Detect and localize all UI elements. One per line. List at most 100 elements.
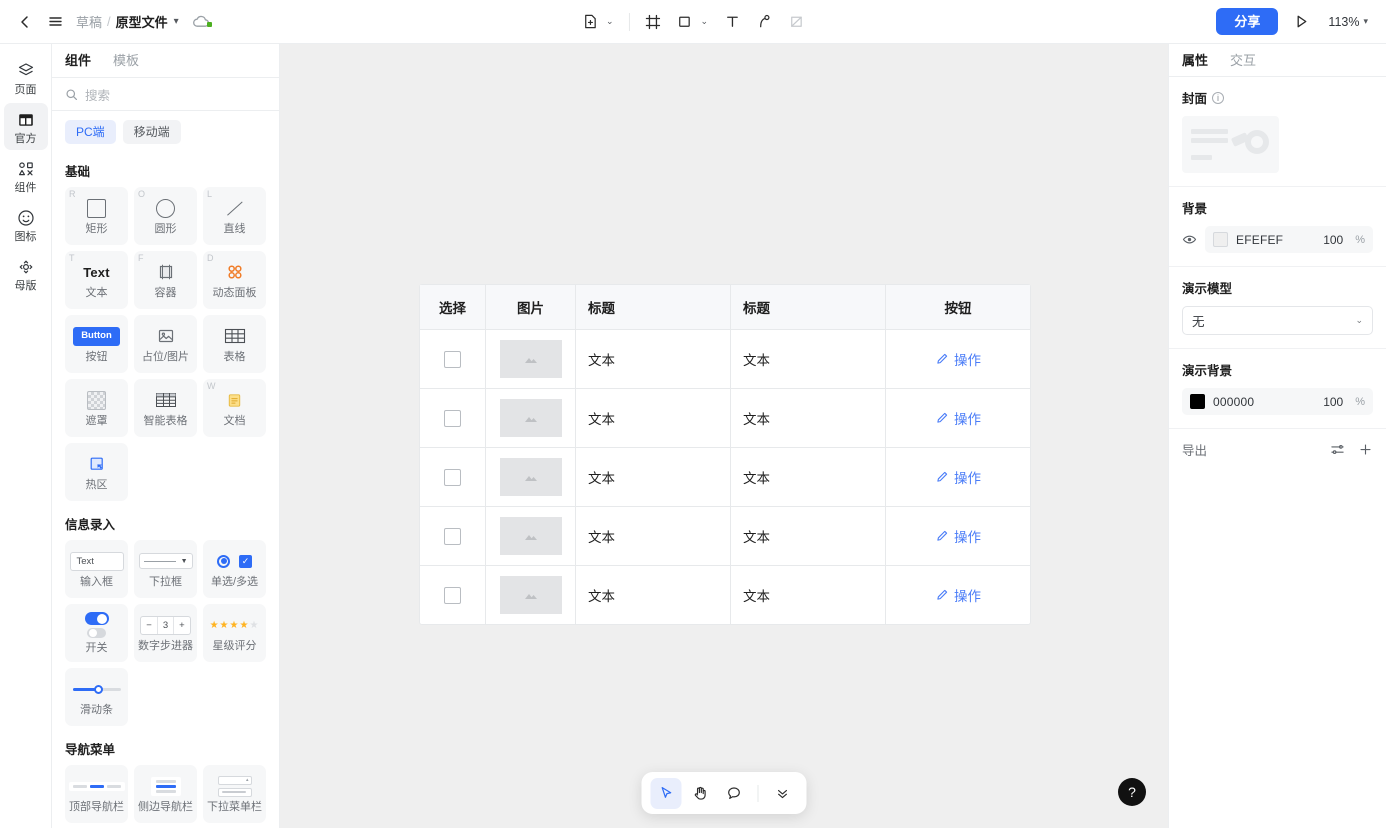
- component-input[interactable]: Text 输入框: [65, 540, 128, 599]
- pen-icon[interactable]: [749, 7, 779, 37]
- row-checkbox[interactable]: [444, 409, 461, 427]
- row-checkbox[interactable]: [444, 527, 461, 545]
- plus-icon[interactable]: [1358, 442, 1373, 457]
- eye-icon[interactable]: [1182, 232, 1197, 247]
- cursor-icon[interactable]: [650, 777, 682, 809]
- shape-chevron-down-icon[interactable]: ⌄: [698, 10, 712, 33]
- rail-item-masters[interactable]: 母版: [4, 250, 48, 297]
- chevron-double-down-icon[interactable]: [767, 778, 798, 809]
- component-select[interactable]: ▼ 下拉框: [134, 540, 197, 599]
- present-background-color-field[interactable]: 000000 100 %: [1182, 388, 1373, 415]
- row-checkbox[interactable]: [444, 350, 461, 368]
- component-radio-checkbox[interactable]: ✓ 单选/多选: [203, 540, 266, 599]
- sliders-icon[interactable]: [1330, 442, 1345, 457]
- table-row[interactable]: 文本 文本 操作: [420, 565, 1030, 624]
- row-action-cell[interactable]: 操作: [886, 566, 1030, 624]
- breadcrumb-root[interactable]: 草稿: [76, 12, 102, 31]
- row-action-cell[interactable]: 操作: [886, 330, 1030, 388]
- breadcrumb-current[interactable]: 原型文件: [116, 12, 168, 31]
- row-select-cell[interactable]: [420, 389, 486, 447]
- component-container[interactable]: F 容器: [134, 251, 197, 310]
- chevron-down-icon[interactable]: ▾: [174, 16, 179, 27]
- row-select-cell[interactable]: [420, 507, 486, 565]
- slice-icon[interactable]: [781, 7, 811, 37]
- row-select-cell[interactable]: [420, 448, 486, 506]
- component-circle[interactable]: O 圆形: [134, 187, 197, 246]
- table-row[interactable]: 文本 文本 操作: [420, 447, 1030, 506]
- tab-properties[interactable]: 属性: [1182, 44, 1208, 77]
- row-action-link[interactable]: 操作: [935, 467, 981, 487]
- component-rating[interactable]: ★★★★★ 星级评分: [203, 604, 266, 663]
- component-nav-top[interactable]: 顶部导航栏: [65, 765, 128, 824]
- help-button[interactable]: ?: [1118, 778, 1146, 806]
- component-dynamic-panel[interactable]: D 动态面板: [203, 251, 266, 310]
- component-switch[interactable]: 开关: [65, 604, 128, 663]
- table-row[interactable]: 文本 文本 操作: [420, 388, 1030, 447]
- row-action-link[interactable]: 操作: [935, 526, 981, 546]
- row-action-link[interactable]: 操作: [935, 585, 981, 605]
- component-stepper[interactable]: −3 + 数字步进器: [134, 604, 197, 663]
- color-swatch[interactable]: [1190, 394, 1205, 409]
- hand-icon[interactable]: [685, 778, 716, 809]
- play-icon[interactable]: [1286, 7, 1316, 37]
- insert-file-icon[interactable]: [575, 7, 605, 37]
- row-action-link[interactable]: 操作: [935, 408, 981, 428]
- row-action-link[interactable]: 操作: [935, 349, 981, 369]
- comment-icon[interactable]: [719, 778, 750, 809]
- row-action-cell[interactable]: 操作: [886, 448, 1030, 506]
- row-checkbox[interactable]: [444, 586, 461, 604]
- component-nav-side[interactable]: 侧边导航栏: [134, 765, 197, 824]
- component-mask[interactable]: 遮罩: [65, 379, 128, 438]
- zoom-control[interactable]: 113% ▾: [1324, 11, 1372, 33]
- component-label: 侧边导航栏: [138, 801, 193, 814]
- section-title-nav: 导航菜单: [65, 743, 116, 758]
- right-inspector: 属性 交互 封面 i 背景 EFEFEF 100 % 演示模型 无 ⌄ 演示背景…: [1168, 44, 1386, 828]
- background-color-field[interactable]: EFEFEF 100 %: [1205, 226, 1373, 253]
- component-smart-table[interactable]: 智能表格: [134, 379, 197, 438]
- export-section: 导出: [1169, 429, 1386, 470]
- prototype-table[interactable]: 选择 图片 标题 标题 按钮 文本 文本 操作 文本 文本 操作 文本 文本 操…: [419, 284, 1031, 625]
- tab-templates[interactable]: 模板: [113, 44, 139, 78]
- table-row[interactable]: 文本 文本 操作: [420, 329, 1030, 388]
- tab-components[interactable]: 组件: [65, 44, 91, 78]
- share-button[interactable]: 分享: [1216, 8, 1279, 35]
- cover-thumbnail[interactable]: [1182, 116, 1279, 173]
- component-text[interactable]: T Text 文本: [65, 251, 128, 310]
- present-model-select[interactable]: 无 ⌄: [1182, 306, 1373, 335]
- segment-pc[interactable]: PC端: [65, 120, 116, 145]
- row-action-cell[interactable]: 操作: [886, 507, 1030, 565]
- row-checkbox[interactable]: [444, 468, 461, 486]
- color-swatch[interactable]: [1213, 232, 1228, 247]
- component-table[interactable]: 表格: [203, 315, 266, 374]
- component-nav-dropdown[interactable]: ▴ 下拉菜单栏: [203, 765, 266, 824]
- canvas[interactable]: 选择 图片 标题 标题 按钮 文本 文本 操作 文本 文本 操作 文本 文本 操…: [280, 44, 1168, 828]
- component-document[interactable]: W 文档: [203, 379, 266, 438]
- component-slider[interactable]: 滑动条: [65, 668, 128, 727]
- rail-item-components[interactable]: 组件: [4, 152, 48, 199]
- search-input[interactable]: 搜索: [52, 78, 279, 111]
- segment-mobile[interactable]: 移动端: [122, 120, 181, 145]
- row-title-1: 文本: [576, 566, 731, 624]
- tab-interactions[interactable]: 交互: [1230, 44, 1256, 77]
- frame-icon[interactable]: [638, 7, 668, 37]
- insert-chevron-down-icon[interactable]: ⌄: [603, 10, 617, 33]
- row-select-cell[interactable]: [420, 330, 486, 388]
- component-hotspot[interactable]: 热区: [65, 443, 128, 502]
- table-row[interactable]: 文本 文本 操作: [420, 506, 1030, 565]
- rail-item-official[interactable]: 官方: [3, 103, 48, 151]
- component-button[interactable]: Button 按钮: [65, 315, 128, 374]
- rectangle-icon[interactable]: [670, 7, 700, 37]
- breadcrumb[interactable]: 草稿 / 原型文件 ▾: [76, 12, 179, 31]
- rail-item-pages[interactable]: 页面: [4, 54, 48, 101]
- back-icon[interactable]: [10, 7, 40, 37]
- component-line[interactable]: L 直线: [203, 187, 266, 246]
- hamburger-menu-icon[interactable]: [40, 7, 70, 37]
- row-action-cell[interactable]: 操作: [886, 389, 1030, 447]
- info-icon[interactable]: i: [1212, 91, 1225, 104]
- rail-item-icons[interactable]: 图标: [4, 201, 48, 248]
- text-icon[interactable]: [717, 7, 747, 37]
- component-rect[interactable]: R 矩形: [65, 187, 128, 246]
- row-select-cell[interactable]: [420, 566, 486, 624]
- panel-scroll[interactable]: 基础 R 矩形 O 圆形 L 直线 T Text 文本 F 容器 D 动态面板 …: [52, 148, 279, 828]
- component-image[interactable]: 占位/图片: [134, 315, 197, 374]
